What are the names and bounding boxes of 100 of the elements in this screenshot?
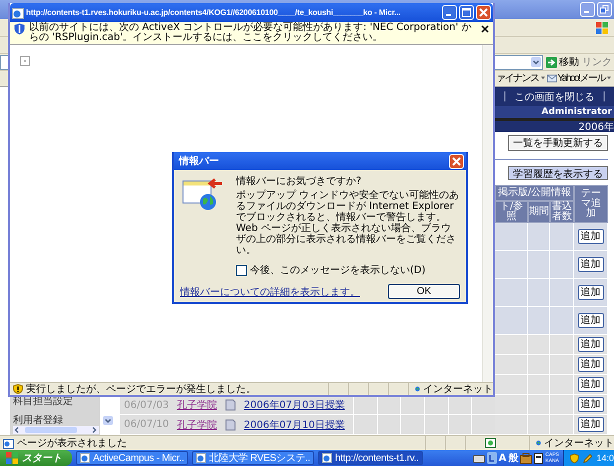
browser-icon <box>12 6 24 18</box>
table-cell <box>528 355 550 375</box>
browser-icon <box>322 453 332 463</box>
shield-icon[interactable] <box>570 452 579 464</box>
dropdown-arrow-icon[interactable] <box>540 76 544 80</box>
shield-icon <box>14 23 25 35</box>
table-header: 書込者数 <box>550 201 574 223</box>
minimize-icon <box>584 11 589 14</box>
close-icon <box>479 8 488 17</box>
close-icon[interactable] <box>481 25 489 33</box>
close-button[interactable] <box>449 154 464 168</box>
restore-button[interactable] <box>597 2 612 18</box>
table-cell <box>528 375 550 395</box>
add-button[interactable]: 追加 <box>578 229 604 244</box>
mail-icon <box>546 74 556 83</box>
separator: | <box>503 91 506 102</box>
browser-icon <box>80 453 90 463</box>
scrollbar[interactable] <box>482 45 493 382</box>
minimize-button[interactable] <box>580 2 595 18</box>
close-button[interactable] <box>476 5 491 20</box>
dropdown-arrow-icon[interactable] <box>102 416 112 425</box>
dropdown-arrow-icon[interactable] <box>606 76 611 80</box>
status-text: 実行しましたが、ページでエラーが発生しました。 <box>26 382 257 396</box>
add-button[interactable]: 追加 <box>578 257 604 272</box>
add-button[interactable]: 追加 <box>578 337 604 352</box>
dialog-message: ポップアップ ウィンドウや安全でない可能性のあるファイルのダウンロードが Internet Explorer でブロックされると、情報バーで警告します。Web ページが正しく表示されない場合、ブラウザの上の部分に表示される情報バーをご覧ください。 <box>236 190 460 256</box>
lesson-date: 06/07/10 <box>124 419 169 430</box>
restore-icon <box>600 5 609 14</box>
table-header: 掲示版/公開情報 <box>495 185 574 201</box>
table-cell <box>528 415 550 435</box>
course-link[interactable]: 孔子学院 <box>176 418 217 432</box>
dont-show-checkbox[interactable]: 今後、このメッセージを表示しない(D) <box>236 263 460 277</box>
add-button[interactable]: 追加 <box>578 313 604 328</box>
go-button[interactable]: 移動 <box>546 55 579 70</box>
user-name: Administrator <box>542 107 612 117</box>
zone-label: インターネット <box>544 437 614 450</box>
keyboard-icon <box>472 454 485 462</box>
network-icon <box>485 438 496 448</box>
maximize-button[interactable] <box>459 5 474 20</box>
table-cell <box>528 335 550 355</box>
taskbar-button[interactable]: http://contents-t1.rv.. <box>318 451 423 465</box>
windows-logo-icon <box>6 452 18 464</box>
ime-icon <box>486 452 497 464</box>
ok-button[interactable]: OK <box>388 284 460 299</box>
globe-icon <box>415 384 420 394</box>
sidebar-item[interactable]: 利用者登録 <box>10 415 100 435</box>
dialog-heading: 情報バーにお気づきですか? <box>236 176 362 187</box>
table-cell <box>528 279 550 307</box>
maximize-icon <box>462 8 471 17</box>
checkbox-label: 今後、このメッセージを表示しない(D) <box>250 264 426 277</box>
add-button[interactable]: 追加 <box>578 377 604 392</box>
pad-icon[interactable] <box>534 452 544 464</box>
status-text: ページが表示されました <box>17 436 128 450</box>
conversion-mode[interactable]: 般 <box>508 451 518 465</box>
minimize-icon <box>446 14 451 16</box>
lesson-date: 06/07/03 <box>124 400 169 410</box>
close-screen-link[interactable]: この画面を閉じる <box>514 90 594 104</box>
links-label: リンク <box>582 56 612 70</box>
input-mode[interactable]: A <box>498 452 506 464</box>
taskbar-button[interactable]: 北陸大学 RVESシステ.. <box>192 451 314 465</box>
pencil-icon[interactable] <box>582 452 592 464</box>
link-item[interactable]: ァイナンス <box>496 71 538 86</box>
add-button[interactable]: 追加 <box>578 285 604 300</box>
info-bar-message[interactable]: 以前のサイトには、次の ActiveX コントロールが必要な可能性があります: 'NEC Corporation' からの 'RSPlugin.cab'。インストールするには、ここをクリックしてください。 <box>29 23 477 43</box>
lesson-link[interactable]: 2006年07月03日授業 <box>244 398 345 412</box>
year-label: 2006年 <box>578 120 614 134</box>
table-cell <box>528 251 550 279</box>
minimize-button[interactable] <box>442 5 457 20</box>
lesson-link[interactable]: 2006年07月10日授業 <box>244 418 345 432</box>
add-button[interactable]: 追加 <box>578 357 604 372</box>
browser-icon <box>196 453 206 463</box>
separator: | <box>602 91 606 102</box>
details-link[interactable]: 情報バーについての詳細を表示します。 <box>180 284 360 298</box>
table-cell <box>528 395 550 415</box>
go-arrow-icon <box>546 56 557 68</box>
course-link[interactable]: 孔子学院 <box>176 398 217 412</box>
add-button[interactable]: 追加 <box>578 417 604 432</box>
checkbox[interactable] <box>236 264 247 276</box>
add-button[interactable]: 追加 <box>578 397 604 412</box>
placeholder-icon <box>20 56 30 66</box>
info-bar[interactable]: 以前のサイトには、次の ActiveX コントロールが必要な可能性があります: 'NEC Corporation' からの 'RSPlugin.cab'。インストールするには、ここをクリックしてください。 <box>10 22 493 45</box>
refresh-button[interactable]: 一覧を手動更新する <box>508 135 608 151</box>
table-cell <box>528 223 550 251</box>
window-title: http://contents-t1.rves.hokuriku-u.ac.jp/contents4/KOG1//6200610100____/te_koushi_______ko - Micr... <box>26 8 402 17</box>
table-header: 期間 <box>528 201 550 223</box>
clock: 14:0 <box>596 453 614 463</box>
taskbar-button[interactable]: ActiveCampus - Micr.. <box>76 451 188 465</box>
dialog-title: 情報バー <box>179 154 219 168</box>
document-icon <box>224 399 236 411</box>
table-cell <box>528 307 550 335</box>
zone-label: インターネット <box>423 383 493 396</box>
table-header: テーマ追加 <box>574 185 608 223</box>
history-button[interactable]: 学習履歴を表示する <box>508 166 608 180</box>
windows-logo-icon <box>596 22 608 34</box>
document-icon <box>224 418 236 430</box>
scrollbar[interactable] <box>13 426 99 434</box>
page-icon <box>3 438 14 448</box>
link-item[interactable]: Yahoo!メール <box>546 71 605 86</box>
close-icon <box>452 156 461 166</box>
table-header: ト/参照 <box>495 201 528 223</box>
